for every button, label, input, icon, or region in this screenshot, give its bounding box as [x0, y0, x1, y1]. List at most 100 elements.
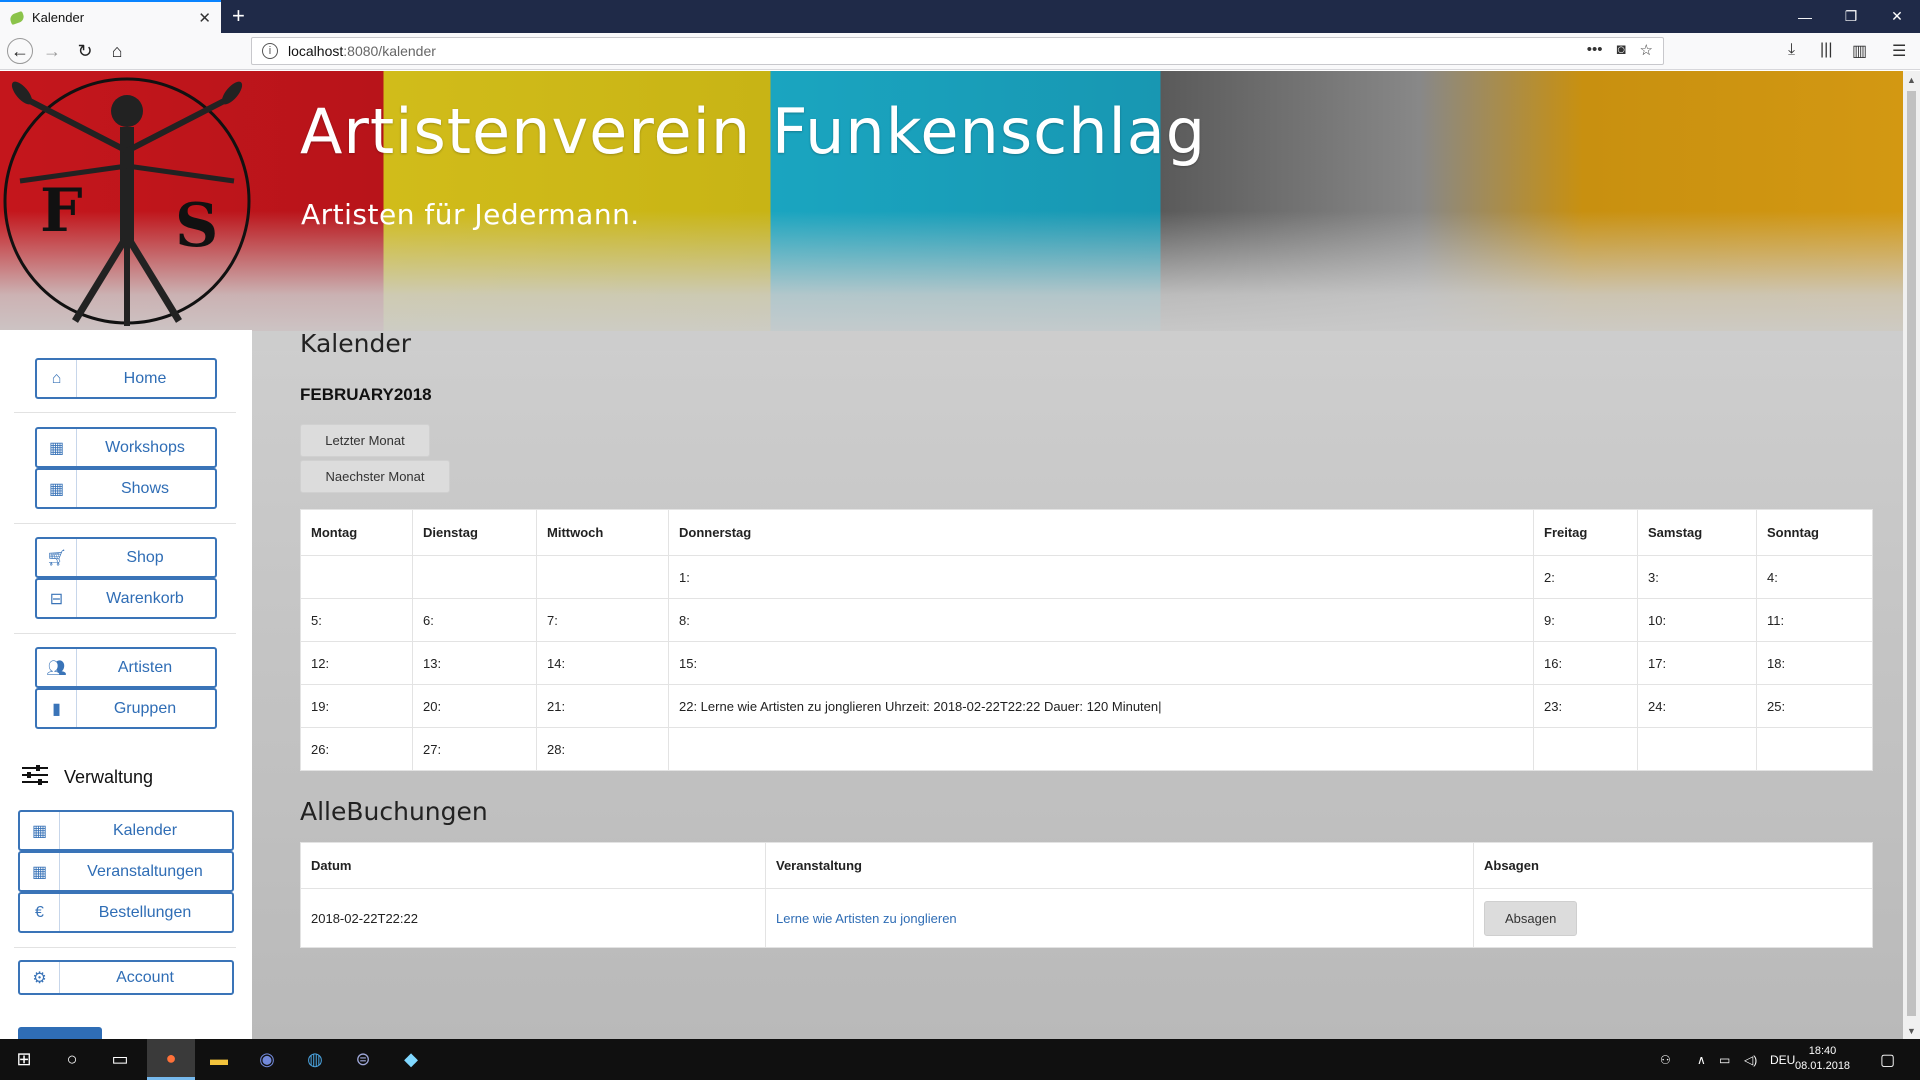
menu-icon[interactable]: ☰ — [1892, 41, 1906, 61]
input-language[interactable]: DEU — [1770, 1039, 1795, 1080]
day-cell: 20: — [412, 684, 537, 728]
admin-heading-label: Verwaltung — [64, 767, 154, 787]
sidebar-item-label: Veranstaltungen — [87, 862, 203, 880]
euro-icon: € — [20, 894, 60, 931]
bookings-title: AlleBuchungen — [300, 797, 488, 826]
new-tab-icon[interactable]: + — [232, 3, 245, 29]
firefox-icon[interactable]: ● — [147, 1039, 195, 1080]
back-icon[interactable]: ← — [7, 38, 33, 64]
calendar-week-row: 1: 2: 3: 4: — [300, 555, 1873, 599]
clock-date: 08.01.2018 — [1795, 1060, 1851, 1072]
bookings-header-row: Datum Veranstaltung Absagen — [300, 842, 1873, 889]
browser-tab[interactable]: Kalender ✕ — [0, 0, 221, 33]
url-bar[interactable]: i localhost:8080/kalender ••• ◙ ☆ — [251, 37, 1664, 65]
site-subtitle: Artisten für Jedermann. — [301, 198, 640, 231]
admin-heading: Verwaltung — [22, 765, 153, 790]
sidebar-item-artisten[interactable]: 👥︎ Artisten — [35, 647, 217, 688]
sidebar-item-label: Home — [123, 369, 167, 387]
sidebar-item-shop[interactable]: 🛒︎ Shop — [35, 537, 217, 578]
day-cell: 26: — [300, 727, 413, 771]
sidebar-item-label: Kalender — [112, 821, 178, 839]
booking-action-cell: Absagen — [1473, 888, 1873, 948]
svg-text:F: F — [40, 176, 83, 246]
windows-start-icon[interactable]: ⊞ — [0, 1039, 48, 1080]
day-cell: 16: — [1533, 641, 1638, 685]
app-icon[interactable]: ⊜ — [339, 1039, 387, 1080]
bookmark-star-icon[interactable]: ☆ — [1640, 41, 1653, 59]
forward-icon[interactable]: → — [39, 38, 65, 64]
day-cell: 5: — [300, 598, 413, 642]
sidebar-item-kalender[interactable]: ▦ Kalender — [18, 810, 234, 851]
calendar-table: Montag Dienstag Mittwoch Donnerstag Frei… — [300, 509, 1873, 771]
notifications-icon[interactable]: ▢ — [1880, 1039, 1895, 1080]
next-month-button[interactable]: Naechster Monat — [300, 460, 450, 493]
sidebar-item-gruppen[interactable]: ▮ Gruppen — [35, 688, 217, 729]
minimize-icon[interactable]: — — [1782, 0, 1828, 33]
bookings-table: Datum Veranstaltung Absagen 2018-02-22T2… — [300, 842, 1873, 948]
downloads-icon[interactable]: ⤓ — [1788, 41, 1795, 59]
app-icon[interactable]: ◆ — [387, 1039, 435, 1080]
divider — [14, 412, 236, 413]
day-cell — [300, 555, 413, 599]
day-cell: 18: — [1756, 641, 1873, 685]
booking-event-cell: Lerne wie Artisten zu jonglieren — [765, 888, 1474, 948]
people-icon[interactable]: ⚇ — [1660, 1039, 1671, 1080]
tab-title: Kalender — [32, 10, 85, 25]
sidebar-item-label: Shop — [126, 548, 164, 566]
home-browser-icon[interactable]: ⌂ — [104, 38, 130, 64]
reload-icon[interactable]: ↻ — [72, 38, 98, 64]
users-icon: 👥︎ — [37, 649, 77, 686]
pocket-icon[interactable]: ◙ — [1616, 41, 1625, 59]
gears-icon: ⚙ — [20, 962, 60, 993]
app-icon[interactable]: ◍ — [291, 1039, 339, 1080]
booking-event-link[interactable]: Lerne wie Artisten zu jonglieren — [776, 911, 957, 926]
cancel-booking-button[interactable]: Absagen — [1484, 900, 1578, 936]
library-icon[interactable]: ||| — [1820, 41, 1832, 59]
page-actions-icon[interactable]: ••• — [1587, 41, 1603, 59]
sidebar-item-label: Warenkorb — [106, 589, 184, 607]
calendar-icon: ▦ — [20, 853, 60, 890]
cortana-icon[interactable]: ○ — [48, 1039, 96, 1080]
day-cell — [668, 727, 1534, 771]
calendar-header-row: Montag Dienstag Mittwoch Donnerstag Frei… — [300, 509, 1873, 556]
url-path: :8080/kalender — [343, 43, 436, 59]
page-scrollbar[interactable]: ▲ ▼ — [1903, 71, 1920, 1039]
tray-overflow-icon[interactable]: ∧ — [1697, 1039, 1706, 1080]
clock[interactable]: 18:40 08.01.2018 — [1795, 1044, 1850, 1074]
restore-icon[interactable]: ❐ — [1828, 0, 1874, 33]
weekday-header: Sonntag — [1756, 509, 1873, 556]
logout-button[interactable] — [18, 1027, 102, 1039]
weekday-header: Montag — [300, 509, 413, 556]
site-info-icon[interactable]: i — [262, 43, 278, 59]
day-cell: 19: — [300, 684, 413, 728]
calendar-week-row: 5: 6: 7: 8: 9: 10: 11: — [300, 598, 1873, 642]
scroll-down-icon[interactable]: ▼ — [1903, 1022, 1920, 1039]
day-cell — [1533, 727, 1638, 771]
weekday-header: Mittwoch — [536, 509, 669, 556]
discord-icon[interactable]: ◉ — [243, 1039, 291, 1080]
sidebar-item-veranstaltungen[interactable]: ▦ Veranstaltungen — [18, 851, 234, 892]
file-explorer-icon[interactable]: ▬ — [195, 1039, 243, 1080]
sidebar-item-account[interactable]: ⚙ Account — [18, 960, 234, 995]
day-cell: 14: — [536, 641, 669, 685]
sidebar-item-home[interactable]: ⌂ Home — [35, 358, 217, 399]
page-viewport: F S Artistenverein Funkenschlag Artisten… — [0, 71, 1903, 1039]
sidebar-item-label: Account — [116, 968, 174, 986]
sidebar-item-bestellungen[interactable]: € Bestellungen — [18, 892, 234, 933]
prev-month-button[interactable]: Letzter Monat — [300, 424, 430, 457]
day-cell: 1: — [668, 555, 1534, 599]
scroll-thumb[interactable] — [1907, 91, 1916, 1016]
close-window-icon[interactable]: ✕ — [1874, 0, 1920, 33]
svg-text:S: S — [175, 191, 218, 261]
divider — [14, 633, 236, 634]
scroll-up-icon[interactable]: ▲ — [1903, 71, 1920, 88]
close-tab-icon[interactable]: ✕ — [198, 9, 211, 27]
network-icon[interactable]: ▭ — [1719, 1039, 1730, 1080]
day-cell: 2: — [1533, 555, 1638, 599]
task-view-icon[interactable]: ▭ — [96, 1039, 144, 1080]
volume-icon[interactable]: ◁) — [1744, 1039, 1757, 1080]
sidebar-item-warenkorb[interactable]: ⊟ Warenkorb — [35, 578, 217, 619]
sidebar-item-shows[interactable]: ▦ Shows — [35, 468, 217, 509]
sidebar-item-workshops[interactable]: ▦ Workshops — [35, 427, 217, 468]
sidebar-toggle-icon[interactable]: ▥ — [1852, 41, 1867, 61]
